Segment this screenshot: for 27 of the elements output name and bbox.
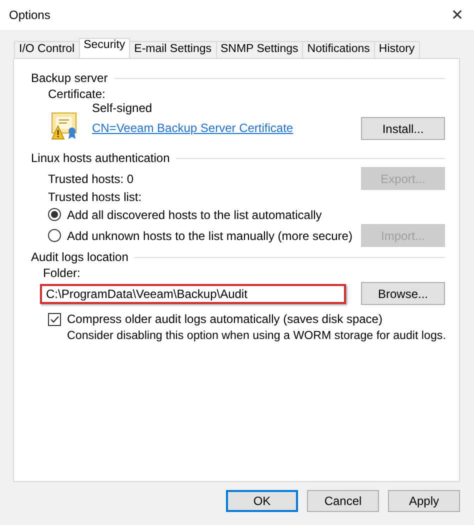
hint-text: Consider disabling this option when using a WORM storage for audit logs. (67, 329, 446, 342)
close-button[interactable]: ✕ (451, 6, 464, 24)
radio-button[interactable] (48, 208, 61, 221)
trusted-hosts-count: Trusted hosts: 0 (48, 172, 134, 186)
radio-label: Add all discovered hosts to the list automatically (67, 208, 322, 222)
dialog-button[interactable]: Cancel (307, 490, 379, 512)
browse-button[interactable]: Browse... (361, 282, 445, 305)
tab[interactable]: History (374, 41, 420, 58)
dialog-button[interactable]: Apply (388, 490, 460, 512)
group-heading: Linux hosts authentication (31, 151, 170, 165)
window-title: Options (9, 8, 50, 22)
radio-label: Add unknown hosts to the list manually (more secure) (67, 228, 352, 242)
dialog-button[interactable]: OK (226, 490, 298, 512)
radio-button[interactable] (48, 229, 61, 242)
certificate-link[interactable]: CN=Veeam Backup Server Certificate (92, 121, 294, 135)
tab[interactable]: I/O Control (14, 41, 80, 58)
group-heading: Audit logs location (31, 250, 128, 264)
certificate-type: Self-signed (92, 101, 154, 115)
field-label: Trusted hosts list: (48, 190, 143, 204)
tab[interactable]: Security (78, 38, 130, 58)
folder-field[interactable]: C:\ProgramData\Veeam\Backup\Audit (40, 284, 346, 304)
install-button[interactable]: Install... (361, 117, 445, 140)
checkbox[interactable] (48, 312, 61, 326)
field-label: Folder: (43, 266, 82, 280)
group-heading: Backup server (31, 71, 108, 85)
checkbox-label: Compress older audit logs automatically (saves disk space) (67, 312, 382, 326)
field-label: Certificate: (48, 87, 106, 101)
